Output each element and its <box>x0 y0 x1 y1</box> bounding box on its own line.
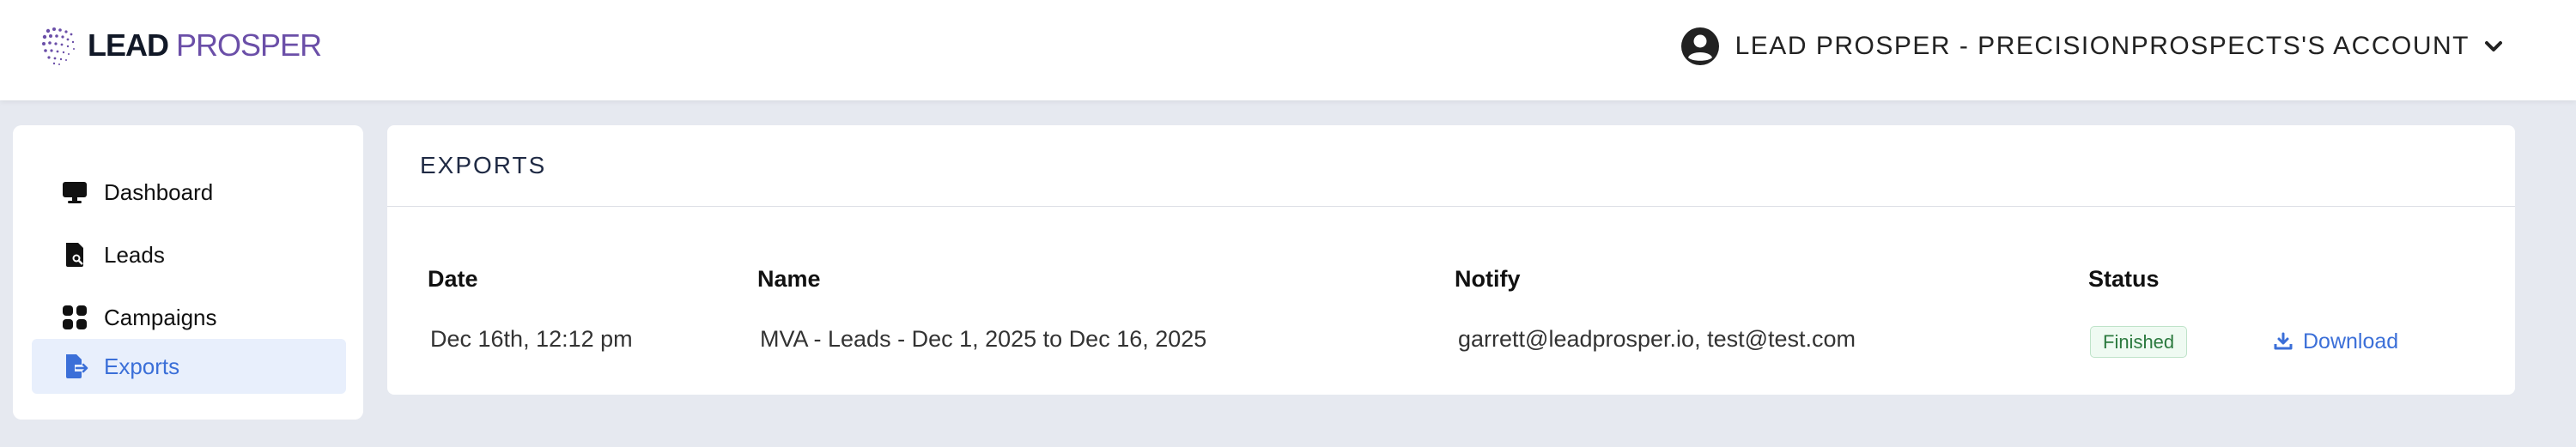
account-name: LEAD PROSPER - PRECISIONPROSPECTS'S ACCO… <box>1735 32 2470 60</box>
sidebar: Dashboard Leads Campaigns Exports <box>13 125 363 420</box>
export-name: MVA - Leads - Dec 1, 2025 to Dec 16, 202… <box>760 326 1207 352</box>
exports-card: EXPORTS Date Name Notify Status Dec 16th… <box>387 125 2515 395</box>
sidebar-item-label: Exports <box>104 353 180 379</box>
logo-dots-icon <box>42 27 75 65</box>
column-header-date[interactable]: Date <box>428 266 478 293</box>
logo-prosper-text: PROSPER <box>176 27 322 63</box>
account-menu[interactable]: LEAD PROSPER - PRECISIONPROSPECTS'S ACCO… <box>1680 26 2506 67</box>
column-header-name[interactable]: Name <box>757 266 821 293</box>
top-bar: LEAD PROSPER LEAD PROSPER - PRECISIONPRO… <box>0 0 2576 100</box>
column-header-status[interactable]: Status <box>2088 266 2160 293</box>
logo-lead-text: LEAD <box>88 27 169 63</box>
document-search-icon <box>66 243 83 267</box>
sidebar-item-label: Dashboard <box>104 178 214 205</box>
monitor-icon <box>63 182 87 203</box>
column-header-notify[interactable]: Notify <box>1455 266 1521 293</box>
download-icon <box>2274 332 2293 350</box>
sidebar-item-campaigns[interactable]: Campaigns <box>32 290 346 345</box>
sidebar-item-exports[interactable]: Exports <box>32 339 346 394</box>
logo-text: LEAD PROSPER <box>88 27 322 63</box>
export-date: Dec 16th, 12:12 pm <box>430 326 633 352</box>
grid-icon <box>63 305 87 329</box>
app-logo[interactable]: LEAD PROSPER <box>39 24 322 67</box>
user-avatar-icon <box>1680 27 1719 65</box>
status-badge: Finished <box>2090 326 2188 358</box>
sidebar-item-label: Campaigns <box>104 304 217 330</box>
sidebar-item-label: Leads <box>104 241 165 268</box>
download-link[interactable]: Download <box>2274 326 2398 357</box>
download-label: Download <box>2303 329 2399 353</box>
file-export-icon <box>66 354 88 378</box>
sidebar-item-leads[interactable]: Leads <box>32 227 346 282</box>
page-title: EXPORTS <box>420 152 547 178</box>
chevron-down-icon <box>2485 41 2502 51</box>
card-header: EXPORTS <box>387 125 2515 207</box>
sidebar-item-dashboard[interactable]: Dashboard <box>32 165 346 220</box>
export-notify: garrett@leadprosper.io, test@test.com <box>1458 326 1856 352</box>
